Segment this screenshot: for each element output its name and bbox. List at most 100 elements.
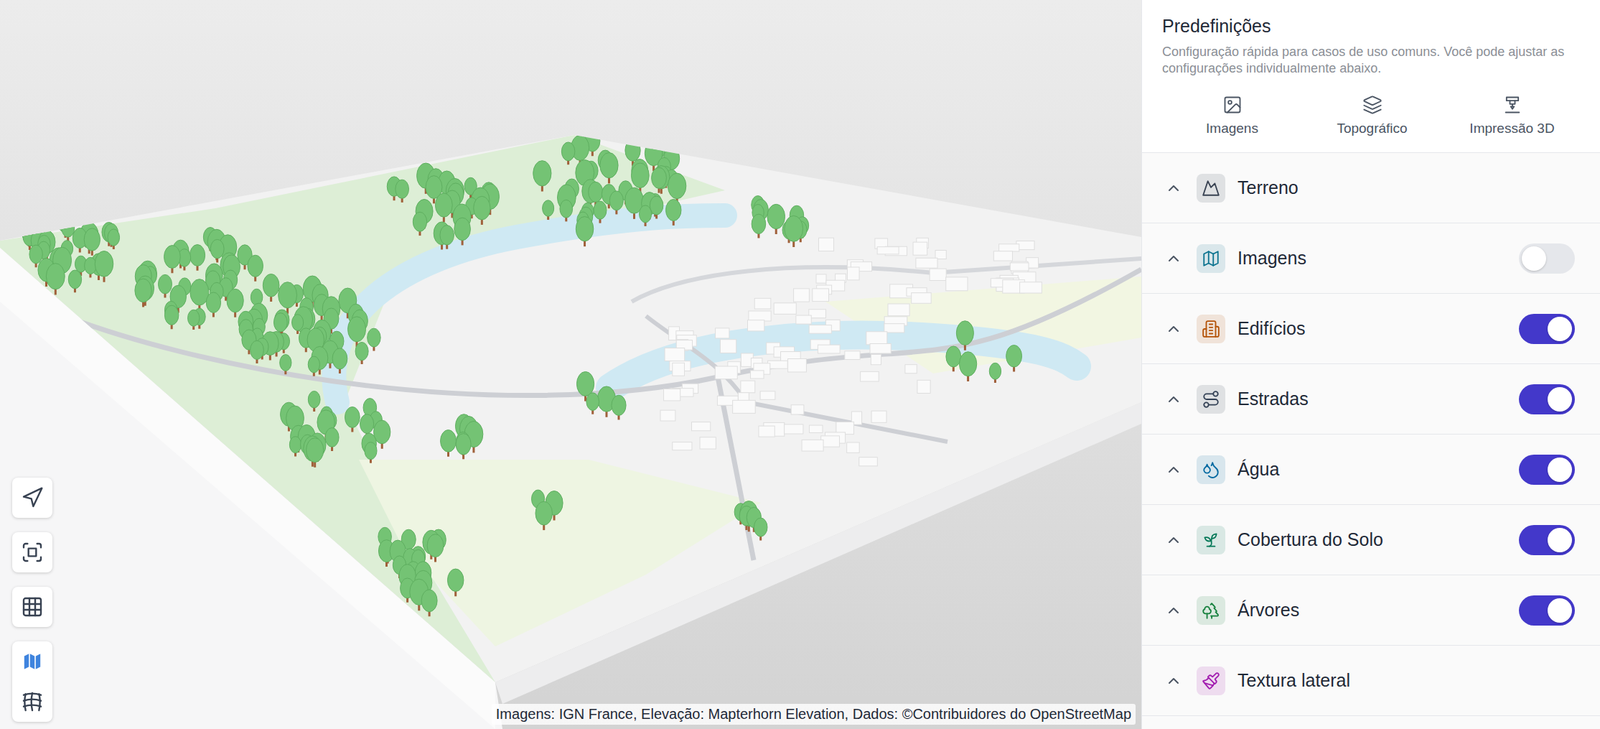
building	[812, 288, 830, 302]
building	[819, 237, 835, 251]
tree	[206, 292, 221, 317]
building	[929, 268, 947, 280]
section-icon	[1201, 249, 1221, 268]
tree	[134, 278, 152, 307]
road	[64, 269, 1142, 396]
tree	[325, 427, 339, 451]
tree	[189, 244, 205, 271]
section-label: Edifícios	[1237, 317, 1519, 339]
chevron-icon[interactable]	[1165, 460, 1183, 479]
tree	[157, 274, 172, 298]
section-icon-box	[1196, 525, 1226, 555]
settings-section[interactable]: Edifícios	[1142, 293, 1600, 364]
section-icon	[1201, 600, 1221, 620]
map-canvas[interactable]: Imagens: IGN France, Elevação: Mapterhor…	[0, 0, 1142, 729]
settings-section[interactable]: Estradas	[1142, 363, 1600, 435]
building	[911, 292, 932, 304]
tree	[307, 391, 321, 412]
building	[714, 366, 738, 380]
preset-icon	[1222, 94, 1243, 115]
toggle-switch[interactable]	[1518, 313, 1575, 344]
building	[877, 246, 899, 255]
tree	[593, 200, 607, 224]
terrain-model[interactable]	[0, 0, 1142, 729]
chevron-icon[interactable]	[1165, 179, 1183, 197]
building	[732, 399, 756, 413]
building	[758, 425, 775, 437]
map-toolbar	[12, 477, 53, 722]
section-icon	[1201, 319, 1221, 339]
preset-button[interactable]: Imagens	[1162, 91, 1303, 140]
section-icon-box	[1196, 244, 1226, 273]
tree	[535, 501, 552, 530]
chevron-icon[interactable]	[1165, 601, 1183, 619]
chevron-icon[interactable]	[1165, 390, 1183, 408]
tree	[345, 406, 361, 432]
building	[887, 303, 910, 316]
tree	[784, 215, 804, 247]
toggle-switch[interactable]	[1518, 384, 1575, 415]
building	[844, 351, 860, 360]
section-label: Árvores	[1237, 599, 1519, 621]
preset-button[interactable]: Impressão 3D	[1442, 91, 1583, 140]
building	[808, 424, 823, 433]
building	[691, 422, 710, 431]
building	[760, 391, 776, 400]
tree	[667, 172, 686, 204]
building	[860, 371, 880, 382]
section-label: Água	[1237, 458, 1519, 480]
building	[884, 323, 905, 333]
building	[866, 331, 888, 345]
section-icon	[1201, 671, 1221, 690]
settings-section[interactable]: Textura lateral	[1142, 645, 1600, 716]
map-tool-button[interactable]	[12, 477, 53, 518]
building	[719, 339, 736, 354]
preset-icon	[1362, 94, 1383, 115]
settings-section[interactable]: Cobertura do Solo	[1142, 504, 1600, 575]
section-icon	[1201, 178, 1221, 198]
building	[869, 343, 891, 354]
settings-section[interactable]: Terreno	[1142, 152, 1600, 224]
map-tool-button[interactable]	[12, 586, 53, 627]
preset-button[interactable]: Topográfico	[1302, 91, 1443, 140]
building	[847, 442, 860, 453]
tree	[83, 228, 100, 256]
tree	[94, 251, 113, 283]
navigate-icon	[20, 485, 44, 509]
tree	[473, 195, 491, 225]
settings-section[interactable]: Água	[1142, 434, 1600, 505]
settings-section[interactable]: Árvores	[1142, 574, 1600, 646]
building	[672, 442, 692, 451]
building	[750, 370, 764, 379]
building	[768, 360, 789, 369]
tree	[247, 254, 264, 282]
chevron-icon[interactable]	[1165, 320, 1183, 338]
building	[672, 362, 685, 376]
toggle-switch[interactable]	[1518, 524, 1575, 555]
meadow-area	[358, 459, 761, 647]
building	[935, 250, 947, 260]
chevron-icon[interactable]	[1165, 249, 1183, 268]
chevron-icon[interactable]	[1165, 671, 1183, 690]
map-tool-button[interactable]	[12, 681, 53, 722]
tree	[561, 142, 575, 165]
map-tool-button[interactable]	[12, 641, 53, 682]
toggle-switch[interactable]	[1518, 595, 1575, 626]
map-tool-button[interactable]	[12, 531, 53, 573]
building	[859, 457, 878, 466]
section-label: Terreno	[1237, 177, 1575, 199]
tree	[1006, 344, 1023, 372]
toggle-switch[interactable]	[1518, 243, 1575, 274]
toggle-switch[interactable]	[1518, 454, 1575, 485]
building	[817, 344, 840, 354]
tree	[611, 394, 626, 420]
frame-icon	[20, 540, 44, 564]
tree	[367, 328, 381, 351]
tree	[421, 589, 438, 616]
tree	[989, 362, 1001, 383]
mesh-icon	[20, 689, 44, 713]
chevron-icon[interactable]	[1165, 531, 1183, 549]
map-tool-group	[12, 641, 53, 722]
building	[660, 409, 676, 421]
settings-section[interactable]: Imagens	[1142, 223, 1600, 294]
